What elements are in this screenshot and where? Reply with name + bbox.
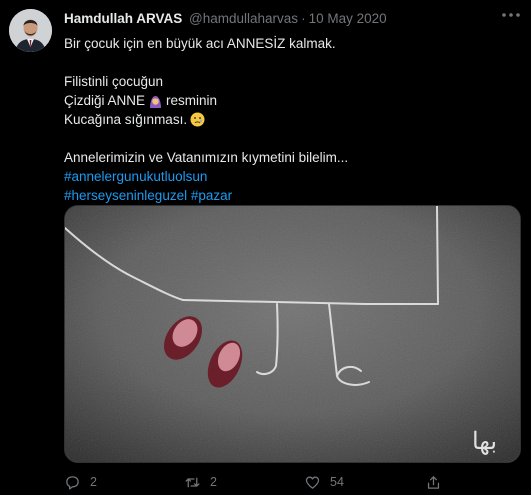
tweet-line-part: Kucağına sığınması. [64,112,188,127]
like-count: 54 [330,475,344,489]
author-name[interactable]: Hamdullah ARVAS [64,11,182,26]
more-icon[interactable] [498,6,524,26]
share-icon [427,475,440,489]
tweet-line: Çizdiği ANNE resminin [64,91,519,110]
tweet-line: #herseyseninleguzel #pazar [64,186,519,205]
hashtag-link[interactable]: #pazar [191,188,232,203]
hashtag-link[interactable]: #annelergunukutluolsun [64,167,519,186]
tweet-line-part: Çizdiği ANNE [64,93,146,108]
tweet-line: Filistinli çocuğun [64,74,164,89]
tweet-actions: 2 2 54 [64,472,519,492]
crying-face-emoji-icon [190,112,205,127]
tweet-text: Bir çocuk için en büyük acı ANNESİZ kalm… [64,34,519,205]
tweet-header: Hamdullah ARVAS @hamdullaharvas · 10 May 2… [64,11,387,26]
reply-icon [66,475,79,490]
tweet-image[interactable]: بها [64,205,521,463]
retweet-button[interactable]: 2 [184,472,217,492]
tweet: Hamdullah ARVAS @hamdullaharvas · 10 May 2… [0,0,531,495]
tweet-line-part: resminin [166,93,218,108]
tweet-line: Bir çocuk için en büyük acı ANNESİZ kalm… [64,36,336,51]
woman-with-headscarf-emoji-icon [148,93,163,108]
avatar[interactable] [9,9,52,52]
reply-button[interactable]: 2 [64,472,97,492]
heart-icon [305,476,320,489]
tweet-line: Kucağına sığınması. [64,110,519,129]
like-button[interactable]: 54 [304,472,344,492]
image-watermark: بها [472,427,497,455]
tweet-date[interactable]: 10 May 2020 [309,11,387,26]
chalk-drawing-photo: بها [65,206,520,462]
share-button[interactable] [425,472,451,492]
separator-dot: · [301,11,306,26]
retweet-count: 2 [210,475,217,489]
author-handle[interactable]: @hamdullaharvas [189,11,298,26]
tweet-line: Annelerimizin ve Vatanımızın kıymetini b… [64,150,349,165]
retweet-icon [185,477,200,487]
hashtag-link[interactable]: #herseyseninleguzel [64,188,187,203]
reply-count: 2 [90,475,97,489]
